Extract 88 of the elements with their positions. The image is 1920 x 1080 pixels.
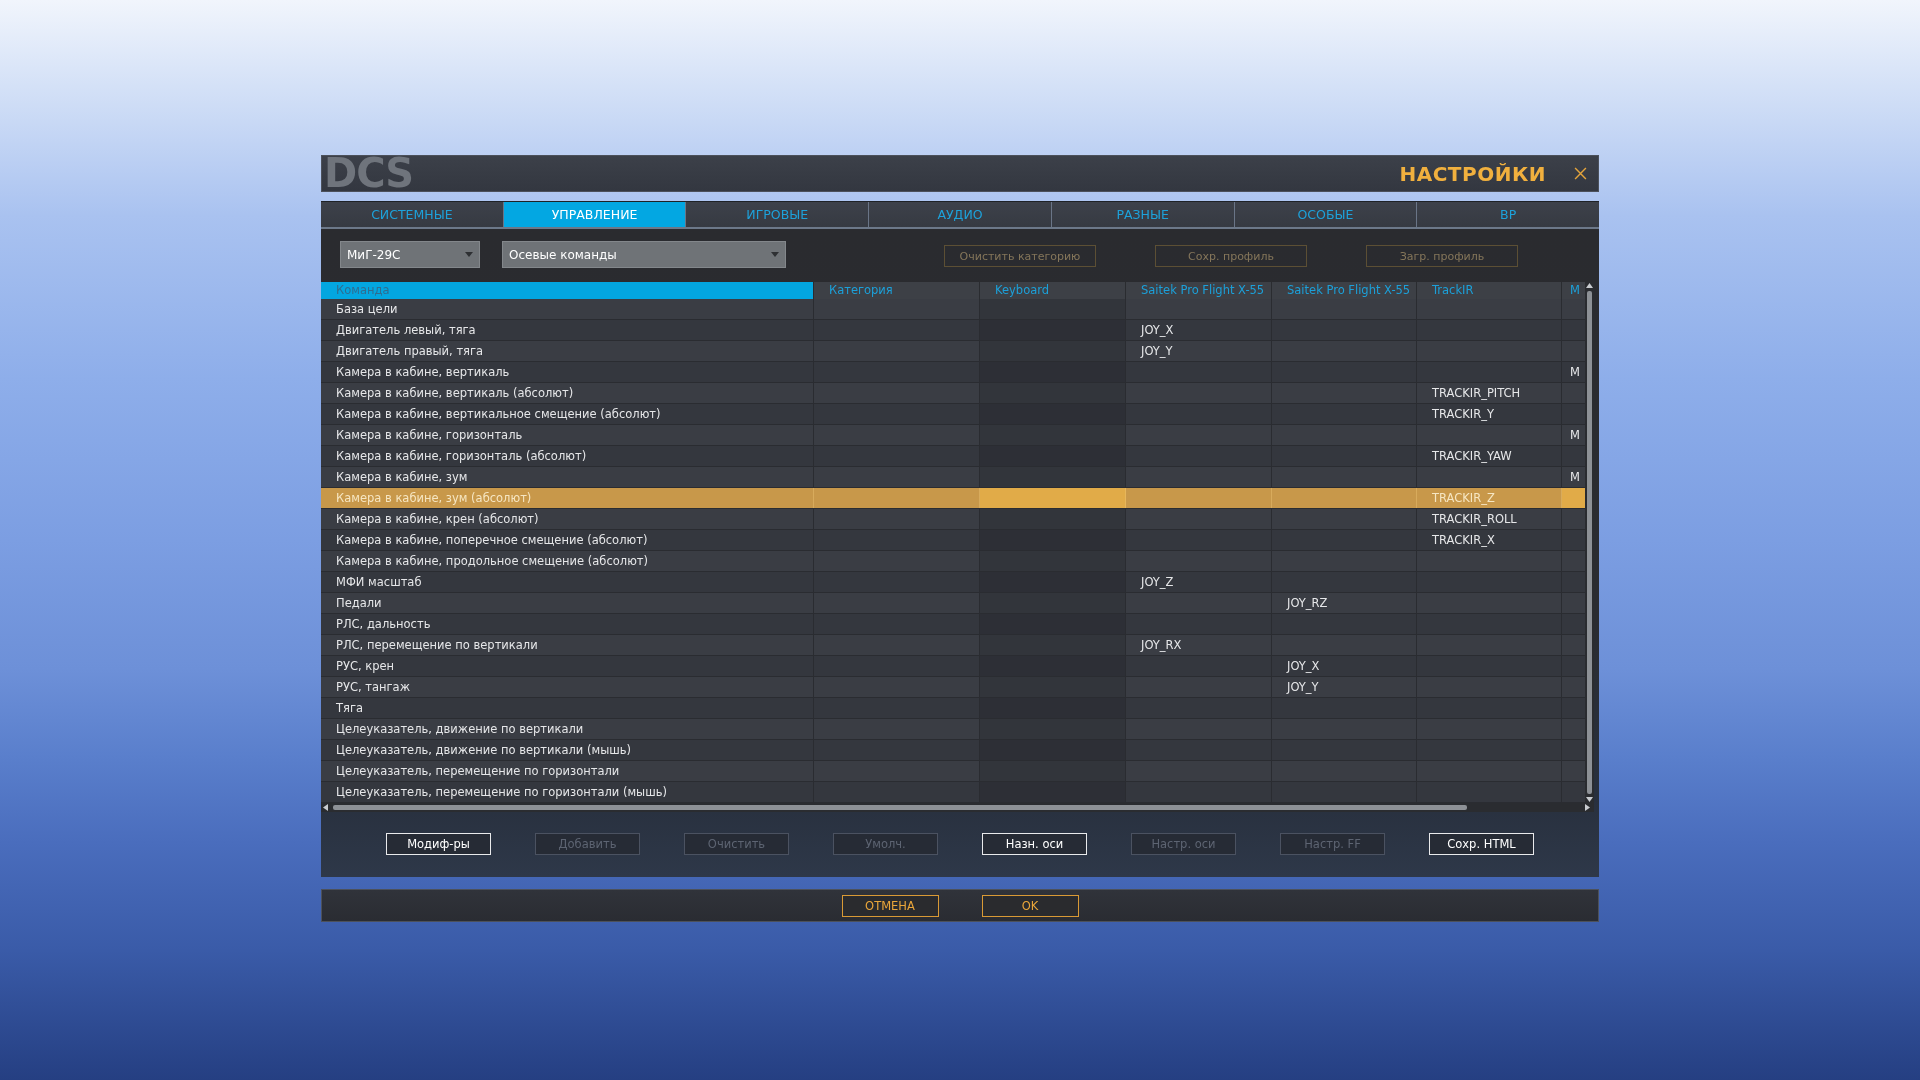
table-cell: TRACKIR_X bbox=[1417, 530, 1562, 550]
caret-icon bbox=[465, 252, 473, 257]
dropdown[interactable]: Осевые команды bbox=[502, 241, 786, 268]
table-cell: TRACKIR_Z bbox=[1417, 488, 1562, 508]
table-cell: РУС, тангаж bbox=[321, 677, 814, 697]
table-cell: Целеуказатель, перемещение по горизонтали bbox=[321, 761, 814, 781]
action-button[interactable]: Назн. оси bbox=[982, 832, 1087, 855]
action-button[interactable]: Модиф-ры bbox=[386, 832, 491, 855]
tab[interactable]: ОСОБЫЕ bbox=[1234, 202, 1418, 227]
table-row[interactable]: Двигатель правый, тяга JOY_Y bbox=[321, 341, 1585, 362]
table-row[interactable]: Целеуказатель, перемещение по горизонтали (мышь) bbox=[321, 782, 1585, 803]
table-cell: РЛС, перемещение по вертикали bbox=[321, 635, 814, 655]
table-cell: TRACKIR_PITCH bbox=[1417, 383, 1562, 403]
table-cell: JOY_Y bbox=[1272, 677, 1417, 697]
scroll-right-icon[interactable] bbox=[1585, 804, 1590, 811]
table-cell: JOY_Z bbox=[1126, 572, 1272, 592]
table-row[interactable]: Камера в кабине, вертикальное смещение (абсолют) TRACKIR_Y bbox=[321, 404, 1585, 425]
table-cell: JOY_Y bbox=[1126, 341, 1272, 361]
caret-icon bbox=[771, 252, 779, 257]
table-cell-text: M bbox=[1569, 469, 1581, 486]
table-cell: Целеуказатель, движение по вертикали bbox=[321, 719, 814, 739]
table-cell: Целеуказатель, движение по вертикали (мышь) bbox=[321, 740, 814, 760]
table-row[interactable]: РУС, тангаж JOY_Y bbox=[321, 677, 1585, 698]
table-cell: Камера в кабине, горизонталь bbox=[321, 425, 814, 445]
table-cell: Камера в кабине, зум (абсолют) bbox=[321, 488, 814, 508]
table-cell: JOY_RX bbox=[1126, 635, 1272, 655]
table-row[interactable]: Тяга bbox=[321, 698, 1585, 719]
table-row[interactable]: Камера в кабине, зум M bbox=[321, 467, 1585, 488]
action-button[interactable]: Сохр. HTML bbox=[1429, 832, 1534, 855]
table-cell: Педали bbox=[321, 593, 814, 613]
table-row[interactable]: РУС, крен JOY_X bbox=[321, 656, 1585, 677]
table-cell-text: M bbox=[1569, 427, 1581, 444]
scroll-left-icon[interactable] bbox=[323, 804, 328, 811]
table-cell: Целеуказатель, перемещение по горизонтали (мышь) bbox=[321, 782, 814, 802]
scrollbar-thumb[interactable] bbox=[333, 805, 1467, 810]
table-cell-text: M bbox=[1569, 364, 1581, 381]
table-cell: JOY_X bbox=[1126, 320, 1272, 340]
logo: DCS bbox=[323, 156, 414, 191]
table-row[interactable]: Целеуказатель, движение по вертикали (мышь) bbox=[321, 740, 1585, 761]
table-cell: Камера в кабине, продольное смещение (абсолют) bbox=[321, 551, 814, 571]
tab[interactable]: ИГРОВЫЕ bbox=[686, 202, 870, 227]
table-row[interactable]: Целеуказатель, перемещение по горизонтали bbox=[321, 761, 1585, 782]
tab[interactable]: РАЗНЫЕ bbox=[1051, 202, 1235, 227]
table-cell: База цели bbox=[321, 299, 814, 319]
table-row[interactable]: Педали JOY_RZ bbox=[321, 593, 1585, 614]
table-row[interactable]: Камера в кабине, крен (абсолют) TRACKIR_ROLL bbox=[321, 509, 1585, 530]
table-row[interactable]: Двигатель левый, тяга JOY_X bbox=[321, 320, 1585, 341]
table-row[interactable]: Камера в кабине, горизонталь M bbox=[321, 425, 1585, 446]
table-row[interactable]: РЛС, перемещение по вертикали JOY_RX bbox=[321, 635, 1585, 656]
table-row[interactable]: РЛС, дальность bbox=[321, 614, 1585, 635]
horizontal-scrollbar[interactable] bbox=[321, 803, 1594, 812]
table-cell: Двигатель правый, тяга bbox=[321, 341, 814, 361]
table-cell: Камера в кабине, крен (абсолют) bbox=[321, 509, 814, 529]
table-cell: TRACKIR_ROLL bbox=[1417, 509, 1562, 529]
scroll-up-icon[interactable] bbox=[1586, 283, 1593, 288]
table-row[interactable]: Камера в кабине, поперечное смещение (абсолют) TRACKIR_X bbox=[321, 530, 1585, 551]
table-cell: JOY_RZ bbox=[1272, 593, 1417, 613]
tab[interactable]: АУДИО bbox=[869, 202, 1052, 227]
table-cell: МФИ масштаб bbox=[321, 572, 814, 592]
table-cell: Камера в кабине, зум bbox=[321, 467, 814, 487]
table-row[interactable]: Камера в кабине, вертикаль (абсолют) TRACKIR_PITCH bbox=[321, 383, 1585, 404]
footer-button[interactable]: OK bbox=[981, 894, 1079, 917]
table-row[interactable]: Камера в кабине, продольное смещение (абсолют) bbox=[321, 551, 1585, 572]
table-cell: Двигатель левый, тяга bbox=[321, 320, 814, 340]
vertical-scrollbar[interactable] bbox=[1585, 282, 1594, 803]
table-row[interactable]: Камера в кабине, вертикаль M bbox=[321, 362, 1585, 383]
window-title: НАСТРОЙКИ bbox=[1399, 161, 1546, 186]
scrollbar-thumb[interactable] bbox=[1587, 291, 1592, 794]
table-row[interactable]: Камера в кабине, горизонталь (абсолют) TRACKIR_YAW bbox=[321, 446, 1585, 467]
dropdown[interactable]: МиГ-29С bbox=[340, 241, 480, 268]
table-cell: РУС, крен bbox=[321, 656, 814, 676]
table-cell: TRACKIR_Y bbox=[1417, 404, 1562, 424]
table-row[interactable]: База цели bbox=[321, 299, 1585, 320]
table-cell: Камера в кабине, поперечное смещение (абсолют) bbox=[321, 530, 814, 550]
table-cell: JOY_X bbox=[1272, 656, 1417, 676]
table-cell: Камера в кабине, вертикаль (абсолют) bbox=[321, 383, 814, 403]
tab[interactable]: СИСТЕМНЫЕ bbox=[321, 202, 504, 227]
tab[interactable]: ВР bbox=[1417, 202, 1600, 227]
table-cell: Камера в кабине, горизонталь (абсолют) bbox=[321, 446, 814, 466]
table-cell: Камера в кабине, вертикальное смещение (абсолют) bbox=[321, 404, 814, 424]
table-cell: Тяга bbox=[321, 698, 814, 718]
footer-button[interactable]: ОТМЕНА bbox=[841, 894, 939, 917]
table-row[interactable]: Целеуказатель, движение по вертикали bbox=[321, 719, 1585, 740]
table-cell: РЛС, дальность bbox=[321, 614, 814, 634]
table-cell: Камера в кабине, вертикаль bbox=[321, 362, 814, 382]
table-cell: TRACKIR_YAW bbox=[1417, 446, 1562, 466]
table-row[interactable]: МФИ масштаб JOY_Z bbox=[321, 572, 1585, 593]
close-icon[interactable] bbox=[1574, 167, 1587, 180]
